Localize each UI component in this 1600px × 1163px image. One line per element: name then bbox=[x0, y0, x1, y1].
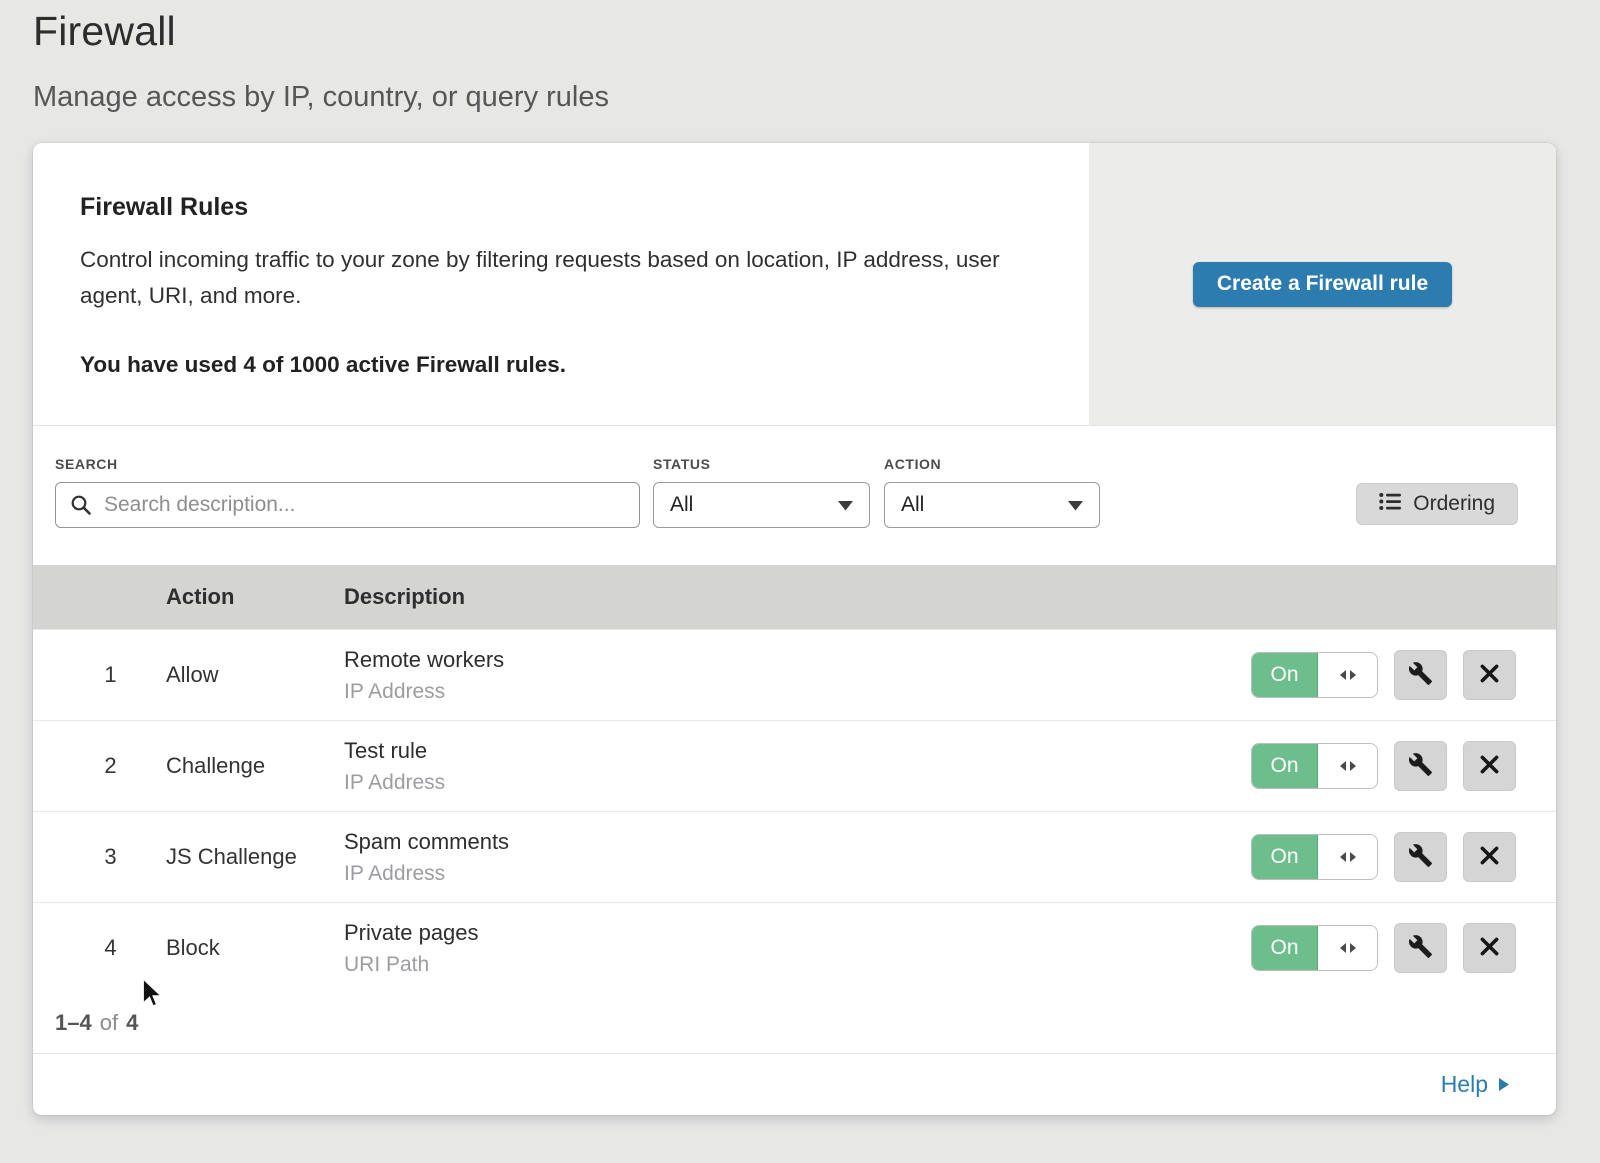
help-link[interactable]: Help bbox=[1441, 1071, 1510, 1098]
wrench-icon bbox=[1408, 661, 1433, 689]
rule-priority: 1 bbox=[33, 662, 166, 688]
rule-description: Remote workers bbox=[344, 647, 1251, 673]
rule-toggle[interactable]: On bbox=[1251, 925, 1378, 971]
card-footer: Help bbox=[33, 1053, 1556, 1115]
table-header: Action Description bbox=[33, 565, 1556, 629]
rules-intro: Firewall Rules Control incoming traffic … bbox=[33, 143, 1089, 425]
rules-description: Control incoming traffic to your zone by… bbox=[80, 242, 1029, 314]
card-top-section: Firewall Rules Control incoming traffic … bbox=[33, 143, 1556, 426]
toggle-arrows-icon bbox=[1318, 835, 1377, 879]
page-subtitle: Manage access by IP, country, or query r… bbox=[33, 81, 1600, 114]
rules-usage-counter: You have used 4 of 1000 active Firewall … bbox=[80, 352, 1029, 378]
table-row: 2 Challenge Test rule IP Address On bbox=[33, 720, 1556, 811]
action-select[interactable]: All bbox=[884, 482, 1100, 528]
rule-action: Challenge bbox=[166, 753, 344, 779]
wrench-icon bbox=[1408, 934, 1433, 962]
close-icon bbox=[1479, 845, 1500, 869]
rule-action: Allow bbox=[166, 662, 344, 688]
status-label: STATUS bbox=[653, 456, 870, 472]
ordering-button[interactable]: Ordering bbox=[1356, 483, 1518, 525]
wrench-icon bbox=[1408, 752, 1433, 780]
table-row: 3 JS Challenge Spam comments IP Address … bbox=[33, 811, 1556, 902]
page-title: Firewall bbox=[33, 8, 1600, 55]
action-select-value: All bbox=[901, 493, 924, 517]
filter-bar: SEARCH STATUS All ACTION All bbox=[33, 426, 1556, 565]
rule-priority: 4 bbox=[33, 935, 166, 961]
help-link-label: Help bbox=[1441, 1071, 1488, 1098]
search-label: SEARCH bbox=[55, 456, 640, 472]
firewall-rules-card: Firewall Rules Control incoming traffic … bbox=[33, 143, 1556, 1115]
table-row: 4 Block Private pages URI Path On bbox=[33, 902, 1556, 993]
rule-toggle[interactable]: On bbox=[1251, 834, 1378, 880]
action-column-header: Action bbox=[166, 584, 344, 610]
rule-priority: 2 bbox=[33, 753, 166, 779]
rule-toggle[interactable]: On bbox=[1251, 652, 1378, 698]
toggle-on-label: On bbox=[1252, 835, 1318, 879]
rule-action: JS Challenge bbox=[166, 844, 344, 870]
close-icon bbox=[1479, 663, 1500, 687]
toggle-on-label: On bbox=[1252, 744, 1318, 788]
rule-match-type: IP Address bbox=[344, 680, 1251, 704]
rule-description: Test rule bbox=[344, 738, 1251, 764]
list-icon bbox=[1379, 492, 1401, 517]
toggle-on-label: On bbox=[1252, 653, 1318, 697]
edit-rule-button[interactable] bbox=[1394, 923, 1447, 973]
close-icon bbox=[1479, 754, 1500, 778]
pagination-range: 1–4 bbox=[55, 1010, 92, 1036]
description-column-header: Description bbox=[344, 584, 1556, 610]
page-header: Firewall Manage access by IP, country, o… bbox=[0, 0, 1600, 114]
create-firewall-rule-button[interactable]: Create a Firewall rule bbox=[1193, 262, 1452, 307]
chevron-right-icon bbox=[1498, 1071, 1510, 1098]
chevron-down-icon bbox=[1068, 493, 1083, 517]
table-row: 1 Allow Remote workers IP Address On bbox=[33, 629, 1556, 720]
ordering-button-label: Ordering bbox=[1413, 492, 1495, 516]
rules-heading: Firewall Rules bbox=[80, 193, 1029, 222]
close-icon bbox=[1479, 936, 1500, 960]
pagination-total: 4 bbox=[126, 1010, 138, 1036]
toggle-arrows-icon bbox=[1318, 653, 1377, 697]
create-rule-panel: Create a Firewall rule bbox=[1089, 143, 1556, 425]
pagination-of: of bbox=[100, 1010, 118, 1036]
status-select[interactable]: All bbox=[653, 482, 870, 528]
toggle-on-label: On bbox=[1252, 926, 1318, 970]
rule-action: Block bbox=[166, 935, 344, 961]
rule-toggle[interactable]: On bbox=[1251, 743, 1378, 789]
edit-rule-button[interactable] bbox=[1394, 741, 1447, 791]
search-icon bbox=[70, 494, 92, 521]
action-label: ACTION bbox=[884, 456, 1100, 472]
rule-description: Spam comments bbox=[344, 829, 1251, 855]
toggle-arrows-icon bbox=[1318, 926, 1377, 970]
wrench-icon bbox=[1408, 843, 1433, 871]
delete-rule-button[interactable] bbox=[1463, 832, 1516, 882]
chevron-down-icon bbox=[838, 493, 853, 517]
edit-rule-button[interactable] bbox=[1394, 832, 1447, 882]
delete-rule-button[interactable] bbox=[1463, 923, 1516, 973]
rule-description: Private pages bbox=[344, 920, 1251, 946]
rule-match-type: IP Address bbox=[344, 862, 1251, 886]
search-input[interactable] bbox=[55, 482, 640, 528]
edit-rule-button[interactable] bbox=[1394, 650, 1447, 700]
rule-match-type: URI Path bbox=[344, 953, 1251, 977]
rule-priority: 3 bbox=[33, 844, 166, 870]
delete-rule-button[interactable] bbox=[1463, 650, 1516, 700]
toggle-arrows-icon bbox=[1318, 744, 1377, 788]
pagination: 1–4 of 4 bbox=[33, 993, 1556, 1053]
status-select-value: All bbox=[670, 493, 693, 517]
delete-rule-button[interactable] bbox=[1463, 741, 1516, 791]
rule-match-type: IP Address bbox=[344, 771, 1251, 795]
